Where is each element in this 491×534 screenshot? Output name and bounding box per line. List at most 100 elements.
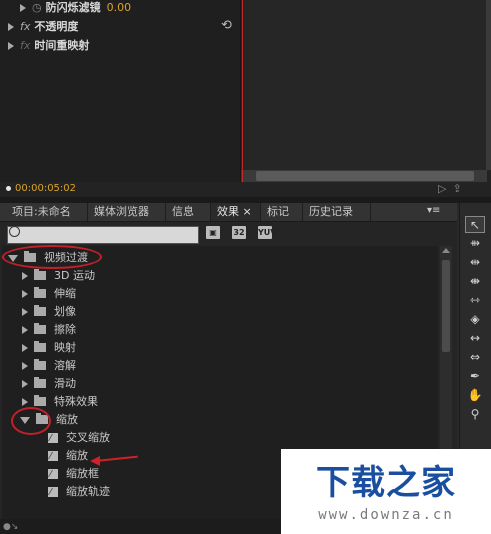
razor-tool-icon[interactable]: ◈ xyxy=(465,311,485,328)
transition-preset-icon xyxy=(48,487,58,497)
fx-icon[interactable]: fx xyxy=(20,20,30,33)
export-icon[interactable]: ⇪ xyxy=(452,182,467,195)
play-audio-icon[interactable]: ▷ xyxy=(438,182,452,195)
tree-preset[interactable]: 缩放轨迹 xyxy=(48,483,110,501)
folder-icon xyxy=(34,358,46,370)
stopwatch-icon[interactable]: ◷ xyxy=(32,1,42,14)
tree-folder[interactable]: 划像 xyxy=(22,303,76,321)
tree-folder[interactable]: 伸缩 xyxy=(22,285,76,303)
tree-folder[interactable]: 映射 xyxy=(22,339,76,357)
annotation-circle xyxy=(2,245,102,269)
tree-label: 缩放 xyxy=(66,449,88,462)
flicker-filter-row[interactable]: ◷ 防闪烁滤镜 0.00 xyxy=(20,0,131,16)
hand-tool-icon[interactable]: ✋ xyxy=(465,387,485,404)
folder-icon xyxy=(34,376,46,388)
timecode-display[interactable]: 00:00:05:02 xyxy=(6,183,76,194)
folder-icon xyxy=(34,340,46,352)
rate-stretch-tool-icon[interactable]: ⇿ xyxy=(465,292,485,309)
tree-folder[interactable]: 3D 运动 xyxy=(22,267,95,285)
tree-label: 映射 xyxy=(54,341,76,354)
pen-tool-icon[interactable]: ✒ xyxy=(465,368,485,385)
tab-markers[interactable]: 标记 xyxy=(261,203,303,221)
expand-triangle-icon[interactable] xyxy=(22,308,28,316)
timecode-value[interactable]: 00:00:05:02 xyxy=(15,183,76,194)
expand-triangle-icon[interactable] xyxy=(20,4,26,12)
folder-icon xyxy=(34,286,46,298)
tab-effects[interactable]: 效果 × xyxy=(211,203,261,221)
scrollbar-thumb[interactable] xyxy=(256,171,474,181)
32bit-effects-button[interactable]: 32 xyxy=(232,226,246,239)
fx-icon[interactable]: fx xyxy=(20,39,30,52)
tree-folder[interactable]: 溶解 xyxy=(22,357,76,375)
tab-history[interactable]: 历史记录 xyxy=(303,203,371,221)
flicker-value[interactable]: 0.00 xyxy=(107,1,132,14)
slide-tool-icon[interactable]: ⇔ xyxy=(465,349,485,366)
panel-menu-icon[interactable]: ▾≡ xyxy=(427,205,440,216)
expand-triangle-icon[interactable] xyxy=(22,326,28,334)
tree-label: 划像 xyxy=(54,305,76,318)
effect-timeline-area[interactable] xyxy=(241,0,486,170)
tree-folder[interactable]: 擦除 xyxy=(22,321,76,339)
tree-folder[interactable]: 滑动 xyxy=(22,375,76,393)
tree-label: 擦除 xyxy=(54,323,76,336)
playhead-dot-icon xyxy=(6,186,11,191)
expand-triangle-icon[interactable] xyxy=(22,290,28,298)
folder-icon xyxy=(34,394,46,406)
zoom-tool-icon[interactable]: ⚲ xyxy=(465,406,485,423)
tree-preset[interactable]: 交叉缩放 xyxy=(48,429,110,447)
status-icon[interactable]: ●↘ xyxy=(3,522,18,532)
yuv-effects-button[interactable]: YUV xyxy=(258,226,276,239)
annotation-circle xyxy=(11,407,51,435)
effects-search-input[interactable] xyxy=(7,226,199,244)
effect-properties-pane: ◷ 防闪烁滤镜 0.00 fx 不透明度 fx 时间重映射 ⟲ xyxy=(0,0,241,182)
folder-icon xyxy=(34,304,46,316)
tab-info[interactable]: 信息 xyxy=(166,203,211,221)
search-icon xyxy=(9,226,20,237)
accelerated-effects-button[interactable]: ▣ xyxy=(206,226,220,239)
expand-triangle-icon[interactable] xyxy=(8,42,14,50)
tree-label: 伸缩 xyxy=(54,287,76,300)
tree-label: 溶解 xyxy=(54,359,76,372)
expand-triangle-icon[interactable] xyxy=(22,380,28,388)
footer-icons: ▷⇪ xyxy=(438,182,468,195)
watermark-url: www.downza.cn xyxy=(318,507,454,523)
tree-label: 缩放 xyxy=(56,413,78,426)
scroll-up-arrow-icon[interactable] xyxy=(442,248,450,253)
reset-icon[interactable]: ⟲ xyxy=(221,18,232,33)
vertical-scrollbar[interactable] xyxy=(486,0,491,170)
tree-label: 缩放框 xyxy=(66,467,99,480)
property-label: 防闪烁滤镜 xyxy=(45,1,101,14)
selection-tool-icon[interactable]: ↖ xyxy=(465,216,485,233)
tree-label: 缩放轨迹 xyxy=(66,485,110,498)
expand-triangle-icon[interactable] xyxy=(8,23,14,31)
expand-triangle-icon[interactable] xyxy=(22,272,28,280)
tree-label: 3D 运动 xyxy=(54,269,95,282)
opacity-row[interactable]: fx 不透明度 xyxy=(8,19,78,35)
annotation-arrow-head-icon xyxy=(90,456,100,466)
time-remap-row[interactable]: fx 时间重映射 xyxy=(8,38,89,54)
ripple-edit-tool-icon[interactable]: ⇹ xyxy=(465,254,485,271)
tab-project[interactable]: 项目:未命名 xyxy=(6,203,88,221)
expand-triangle-icon[interactable] xyxy=(22,362,28,370)
rolling-edit-tool-icon[interactable]: ⇼ xyxy=(465,273,485,290)
watermark-title: 下载之家 xyxy=(316,463,456,503)
tree-label: 交叉缩放 xyxy=(66,431,110,444)
tab-media-browser[interactable]: 媒体浏览器 xyxy=(88,203,166,221)
transition-preset-icon xyxy=(48,433,58,443)
expand-triangle-icon[interactable] xyxy=(22,398,28,406)
playhead[interactable] xyxy=(242,0,243,182)
track-select-tool-icon[interactable]: ⇻ xyxy=(465,235,485,252)
tree-preset-zoom[interactable]: 缩放 xyxy=(48,447,88,465)
scrollbar-thumb[interactable] xyxy=(442,260,450,352)
folder-icon xyxy=(34,268,46,280)
property-label: 不透明度 xyxy=(34,20,79,33)
transition-preset-icon xyxy=(48,451,58,461)
tree-label: 特殊效果 xyxy=(54,395,98,408)
transition-preset-icon xyxy=(48,469,58,479)
tree-preset[interactable]: 缩放框 xyxy=(48,465,99,483)
tree-label: 滑动 xyxy=(54,377,76,390)
folder-icon xyxy=(34,322,46,334)
expand-triangle-icon[interactable] xyxy=(22,344,28,352)
slip-tool-icon[interactable]: ↔ xyxy=(465,330,485,347)
property-label: 时间重映射 xyxy=(34,39,90,52)
